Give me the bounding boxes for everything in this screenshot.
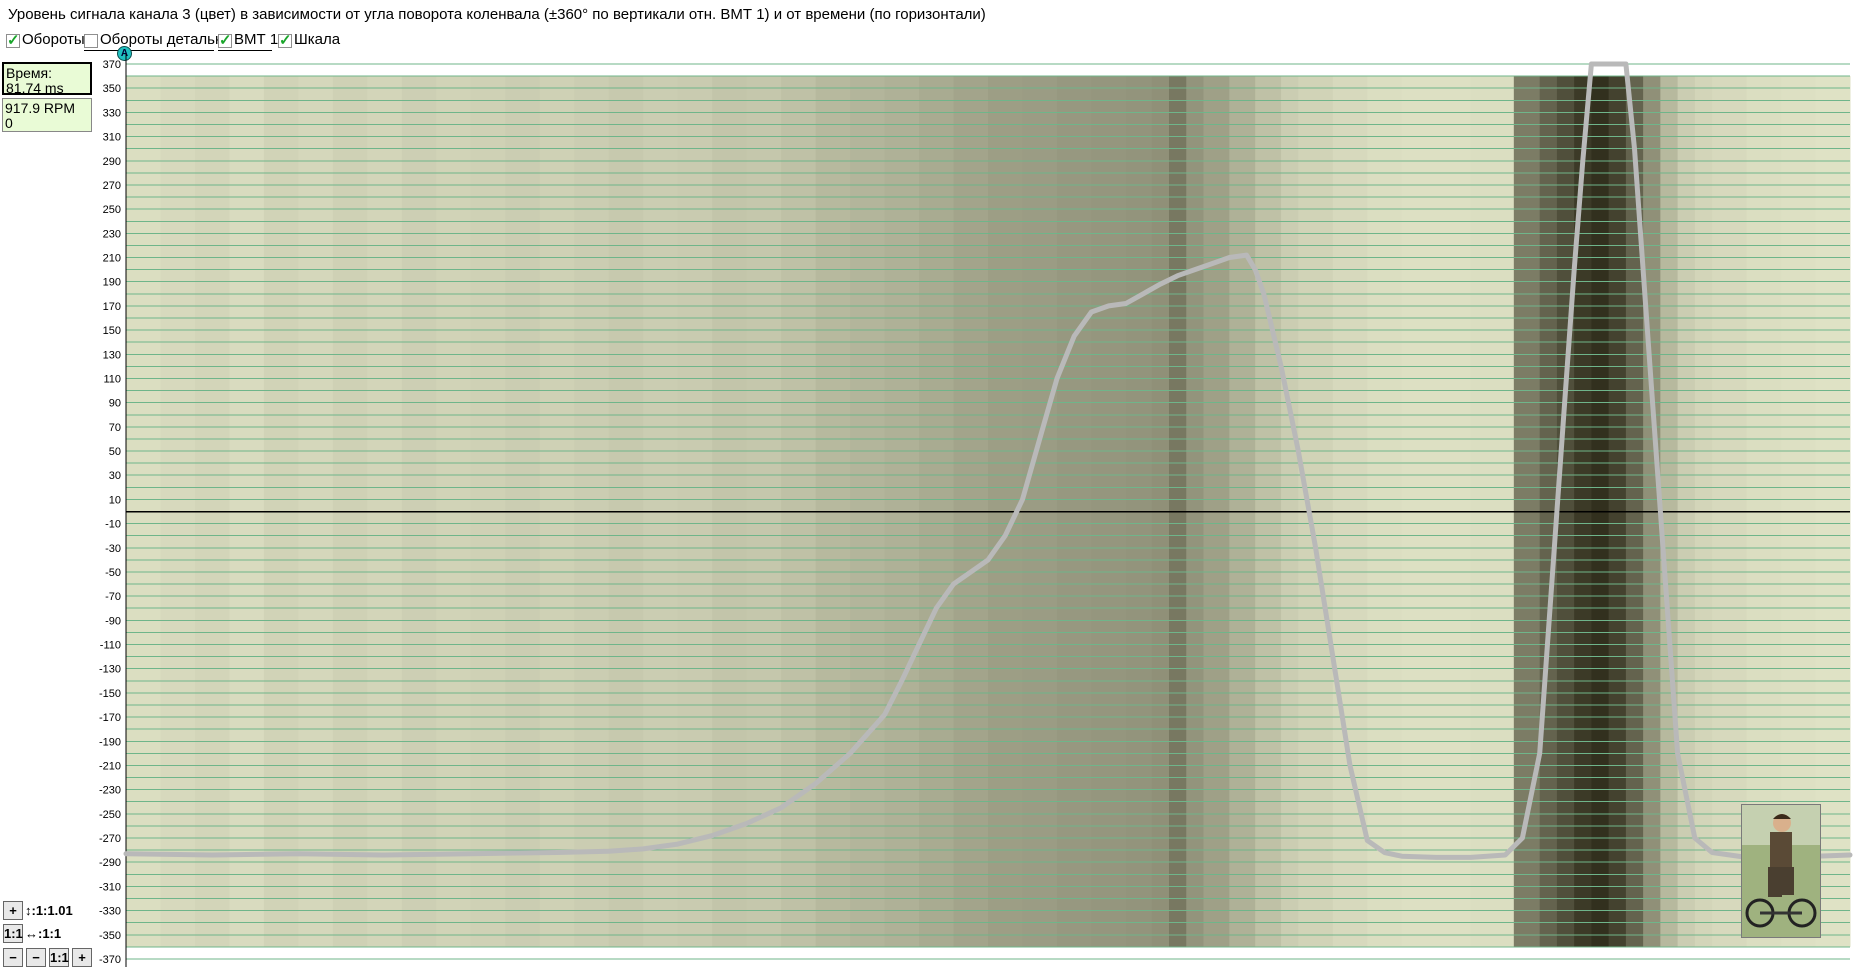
y-tick-label: -130: [99, 664, 121, 676]
y-tick-label: 70: [109, 422, 121, 434]
y-tick-label: -150: [99, 688, 121, 700]
y-tick-label: -170: [99, 712, 121, 724]
one-to-one-button[interactable]: 1:1: [3, 924, 23, 943]
y-tick-label: -30: [105, 543, 121, 555]
y-tick-label: 130: [103, 349, 121, 361]
y-tick-label: -190: [99, 736, 121, 748]
y-tick-label: 230: [103, 228, 121, 240]
y-tick-label: 330: [103, 107, 121, 119]
y-tick-label: 310: [103, 132, 121, 144]
y-tick-label: 290: [103, 156, 121, 168]
vertical-zoom-label: ↕:1:1.01: [25, 903, 73, 918]
y-tick-label: 270: [103, 180, 121, 192]
y-tick-label: -210: [99, 760, 121, 772]
zoom-in-horizontal-button[interactable]: +: [72, 948, 92, 967]
y-tick-label: -250: [99, 809, 121, 821]
y-tick-label: 170: [103, 301, 121, 313]
chart-canvas[interactable]: 370 350 330 310 290 270 250 230 210 190 170 150 130 1…: [0, 0, 1857, 975]
y-tick-label: -350: [99, 930, 121, 942]
y-tick-label: -70: [105, 591, 121, 603]
y-tick-labels: 370 350 330 310 290 270 250 230 210 190 170 150 130 1…: [99, 59, 121, 966]
y-tick-label: 210: [103, 253, 121, 265]
y-tick-label: -50: [105, 567, 121, 579]
y-tick-label: 350: [103, 83, 121, 95]
zoom-out-horizontal-button[interactable]: −: [3, 948, 23, 967]
zoom-out-vertical-button[interactable]: −: [26, 948, 46, 967]
y-tick-label: 370: [103, 59, 121, 71]
horizontal-zoom-label: ↔:1:1: [25, 926, 62, 941]
y-tick-label: -110: [100, 640, 121, 652]
y-tick-label: 110: [103, 373, 121, 385]
y-tick-label: 190: [103, 277, 121, 289]
y-tick-label: -290: [99, 857, 121, 869]
y-tick-label: -370: [99, 954, 121, 966]
mascot-photo: [1741, 804, 1821, 938]
y-tick-label: -90: [105, 615, 121, 627]
y-tick-label: -310: [99, 881, 121, 893]
zoom-in-vertical-button[interactable]: +: [3, 901, 23, 920]
mascot-image: [1742, 805, 1820, 937]
y-tick-label: 50: [109, 446, 121, 458]
y-tick-label: 250: [103, 204, 121, 216]
y-tick-label: -330: [99, 906, 121, 918]
y-tick-label: 150: [103, 325, 121, 337]
y-tick-label: 30: [109, 470, 121, 482]
y-tick-label: -270: [99, 833, 121, 845]
y-tick-label: 90: [109, 398, 121, 410]
reset-zoom-button[interactable]: 1:1: [49, 948, 69, 967]
y-tick-label: 10: [109, 494, 121, 506]
y-tick-label: -230: [99, 785, 121, 797]
y-tick-label: -10: [105, 519, 121, 531]
